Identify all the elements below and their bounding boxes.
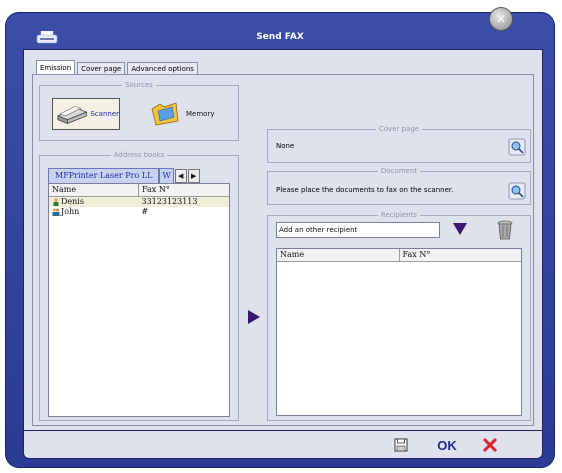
window-close-button[interactable]: ✕ xyxy=(489,7,513,31)
group-icon xyxy=(52,208,60,216)
close-icon: ✕ xyxy=(495,12,507,26)
recipients-header: Name Fax N° xyxy=(277,249,521,262)
column-fax[interactable]: Fax N° xyxy=(139,184,229,196)
cover-page-group: Cover page None xyxy=(267,125,531,163)
column-name[interactable]: Name xyxy=(277,249,400,261)
address-book-list[interactable]: Name Fax N° Denis 33123123113 John # xyxy=(48,183,230,417)
cancel-x-icon xyxy=(482,437,498,453)
address-books-group: Address books MFPrinter Laser Pro LL W ◀… xyxy=(39,151,239,421)
memory-label: Memory xyxy=(186,110,215,118)
sources-title: Sources xyxy=(122,81,156,89)
window-title: Send FAX xyxy=(256,32,304,42)
cancel-button[interactable] xyxy=(480,436,500,454)
delete-recipient-button[interactable] xyxy=(496,219,514,241)
scanner-label: Scanner xyxy=(90,110,119,118)
scanner-icon xyxy=(56,106,88,125)
memory-source-button[interactable]: Memory xyxy=(150,98,230,130)
title-bar[interactable]: Send FAX xyxy=(6,13,554,48)
floppy-disk-icon xyxy=(394,438,408,452)
address-books-title: Address books xyxy=(110,151,168,159)
save-button[interactable] xyxy=(392,436,410,454)
tab-emission[interactable]: Emission xyxy=(36,60,76,75)
add-recipient-arrow-button[interactable] xyxy=(247,309,261,325)
dialog-footer: OK xyxy=(23,431,543,459)
dialog-body: Emission Cover page Advanced options Sou… xyxy=(23,49,543,431)
cover-page-preview-button[interactable] xyxy=(508,138,526,156)
contact-name: John xyxy=(61,207,80,216)
contact-fax: # xyxy=(141,207,149,216)
address-book-header: Name Fax N° xyxy=(49,184,229,197)
add-recipient-button[interactable] xyxy=(452,222,468,236)
contact-row[interactable]: Denis 33123123113 xyxy=(49,197,229,207)
document-title: Document xyxy=(377,167,421,175)
recipients-list[interactable]: Name Fax N° xyxy=(276,248,522,416)
column-name[interactable]: Name xyxy=(49,184,139,196)
emission-panel: Sources Scanner Memory Address books MFP… xyxy=(32,74,534,426)
cover-page-title: Cover page xyxy=(375,125,423,133)
document-instructions: Please place the documents to fax on the… xyxy=(276,186,454,194)
address-book-tabs: MFPrinter Laser Pro LL W ◀ ▶ xyxy=(48,168,200,183)
arrow-left-icon: ◀ xyxy=(178,172,184,180)
contact-name: Denis xyxy=(61,197,84,206)
recipients-group: Recipients Add an other recipient Name F… xyxy=(267,211,531,421)
tab-bar: Emission Cover page Advanced options xyxy=(36,60,200,75)
ok-label: OK xyxy=(437,437,457,453)
column-fax[interactable]: Fax N° xyxy=(400,249,522,261)
address-book-tab-mfprinter[interactable]: MFPrinter Laser Pro LL xyxy=(48,168,160,183)
contact-row[interactable]: John # xyxy=(49,207,229,217)
tab-scroll-right-button[interactable]: ▶ xyxy=(187,169,200,183)
scanner-source-button[interactable]: Scanner xyxy=(52,98,120,130)
memory-folder-icon xyxy=(151,102,179,126)
person-icon xyxy=(53,198,59,206)
ok-button[interactable]: OK xyxy=(432,436,462,454)
add-recipient-input[interactable]: Add an other recipient xyxy=(276,222,440,238)
cover-page-value: None xyxy=(276,142,295,150)
address-book-tab-w[interactable]: W xyxy=(159,168,174,183)
recipients-title: Recipients xyxy=(377,211,421,219)
contact-fax: 33123123113 xyxy=(141,197,198,206)
sources-group: Sources Scanner Memory xyxy=(39,81,239,141)
tab-scroll-left-button[interactable]: ◀ xyxy=(174,169,187,183)
send-fax-window: Send FAX ✕ Emission Cover page Advanced … xyxy=(5,7,555,468)
document-group: Document Please place the documents to f… xyxy=(267,167,531,205)
document-preview-button[interactable] xyxy=(508,182,526,200)
arrow-right-icon: ▶ xyxy=(191,172,197,180)
